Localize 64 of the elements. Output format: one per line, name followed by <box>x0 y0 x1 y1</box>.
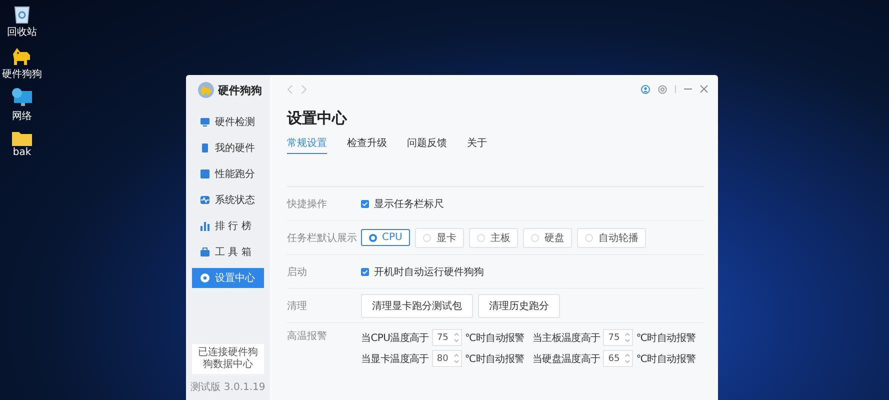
rank-icon <box>200 221 210 231</box>
app-name: 硬件狗狗 <box>218 82 262 98</box>
desktop-icon-label: bak <box>12 147 32 158</box>
user-icon[interactable] <box>641 84 650 94</box>
sidebar-item[interactable]: 硬件检测 <box>192 112 264 132</box>
radio-option[interactable]: 主板 <box>469 228 518 248</box>
tab[interactable]: 常规设置 <box>287 136 327 154</box>
setting-label: 高温报警 <box>287 330 328 343</box>
setting-label: 启动 <box>287 266 308 278</box>
desktop-icon-label: 硬件狗狗 <box>2 68 42 81</box>
sidebar-item[interactable]: 我的硬件 <box>192 138 264 158</box>
setting-label: 任务栏默认展示 <box>287 232 358 244</box>
checkbox-label: 开机时自动运行硬件狗狗 <box>374 266 484 278</box>
monitor-icon[interactable] <box>11 88 33 108</box>
alarm-suffix: ℃时自动报警 <box>464 352 524 366</box>
radio-option[interactable]: 显卡 <box>415 228 464 248</box>
alarm-label: 当CPU温度高于 <box>361 332 429 344</box>
alarm-suffix: ℃时自动报警 <box>636 332 696 344</box>
sidebar-item[interactable]: 工 具 箱 <box>192 242 264 262</box>
checkbox-label: 显示任务栏标尺 <box>374 198 444 210</box>
alarm-suffix: ℃时自动报警 <box>636 352 696 366</box>
temperature-input[interactable]: 65 <box>603 350 634 367</box>
clear-button[interactable]: 清理显卡跑分测试包 <box>361 294 473 318</box>
alarm-label: 当主板温度高于 <box>532 332 600 344</box>
setting-label: 快捷操作 <box>287 198 328 210</box>
sidebar-item[interactable]: 设置中心 <box>192 268 264 288</box>
folder-icon[interactable] <box>12 130 32 146</box>
dog-icon[interactable] <box>11 46 33 66</box>
tab[interactable]: 关于 <box>467 136 487 154</box>
radio-option[interactable]: CPU <box>361 229 410 246</box>
recycle-bin-icon[interactable] <box>13 4 31 24</box>
page-title: 设置中心 <box>287 109 348 128</box>
minimize-icon[interactable] <box>684 88 692 90</box>
spinner-icon <box>454 332 459 343</box>
alarm-label: 当硬盘温度高于 <box>532 352 600 366</box>
toolbox-icon <box>200 247 210 257</box>
temperature-input[interactable]: 80 <box>432 350 462 367</box>
sidebar-item[interactable]: 系统状态 <box>192 190 264 210</box>
radio-option[interactable]: 自动轮播 <box>577 228 646 248</box>
monitor-icon <box>200 117 210 127</box>
setting-label: 清理 <box>287 300 308 312</box>
temperature-input[interactable]: 75 <box>603 329 634 346</box>
temperature-input[interactable]: 75 <box>432 329 462 346</box>
checkbox[interactable] <box>361 200 369 208</box>
pulse-icon <box>200 195 210 205</box>
data-center-button[interactable]: 已连接硬件狗狗数据中心 <box>192 344 264 374</box>
clear-button[interactable]: 清理历史跑分 <box>478 294 560 318</box>
spinner-icon <box>625 332 630 343</box>
sidebar-item[interactable]: 排 行 榜 <box>192 216 264 236</box>
device-icon <box>200 143 210 153</box>
version-text: 测试版 3.0.1.19 <box>190 380 266 394</box>
close-icon[interactable] <box>700 85 708 93</box>
tab[interactable]: 检查升级 <box>347 136 387 154</box>
alarm-suffix: ℃时自动报警 <box>464 332 524 344</box>
desktop-icon-label: 回收站 <box>7 26 37 39</box>
checkbox[interactable] <box>361 268 369 276</box>
sidebar-item[interactable]: 性能跑分 <box>192 164 264 184</box>
desktop-icon-label: 网络 <box>12 110 32 123</box>
alarm-label: 当显卡温度高于 <box>361 352 429 366</box>
radio-option[interactable]: 硬盘 <box>523 228 572 248</box>
dog-logo-icon <box>198 82 214 98</box>
spinner-icon <box>454 353 459 364</box>
tab[interactable]: 问题反馈 <box>407 136 447 154</box>
spinner-icon <box>625 353 630 364</box>
